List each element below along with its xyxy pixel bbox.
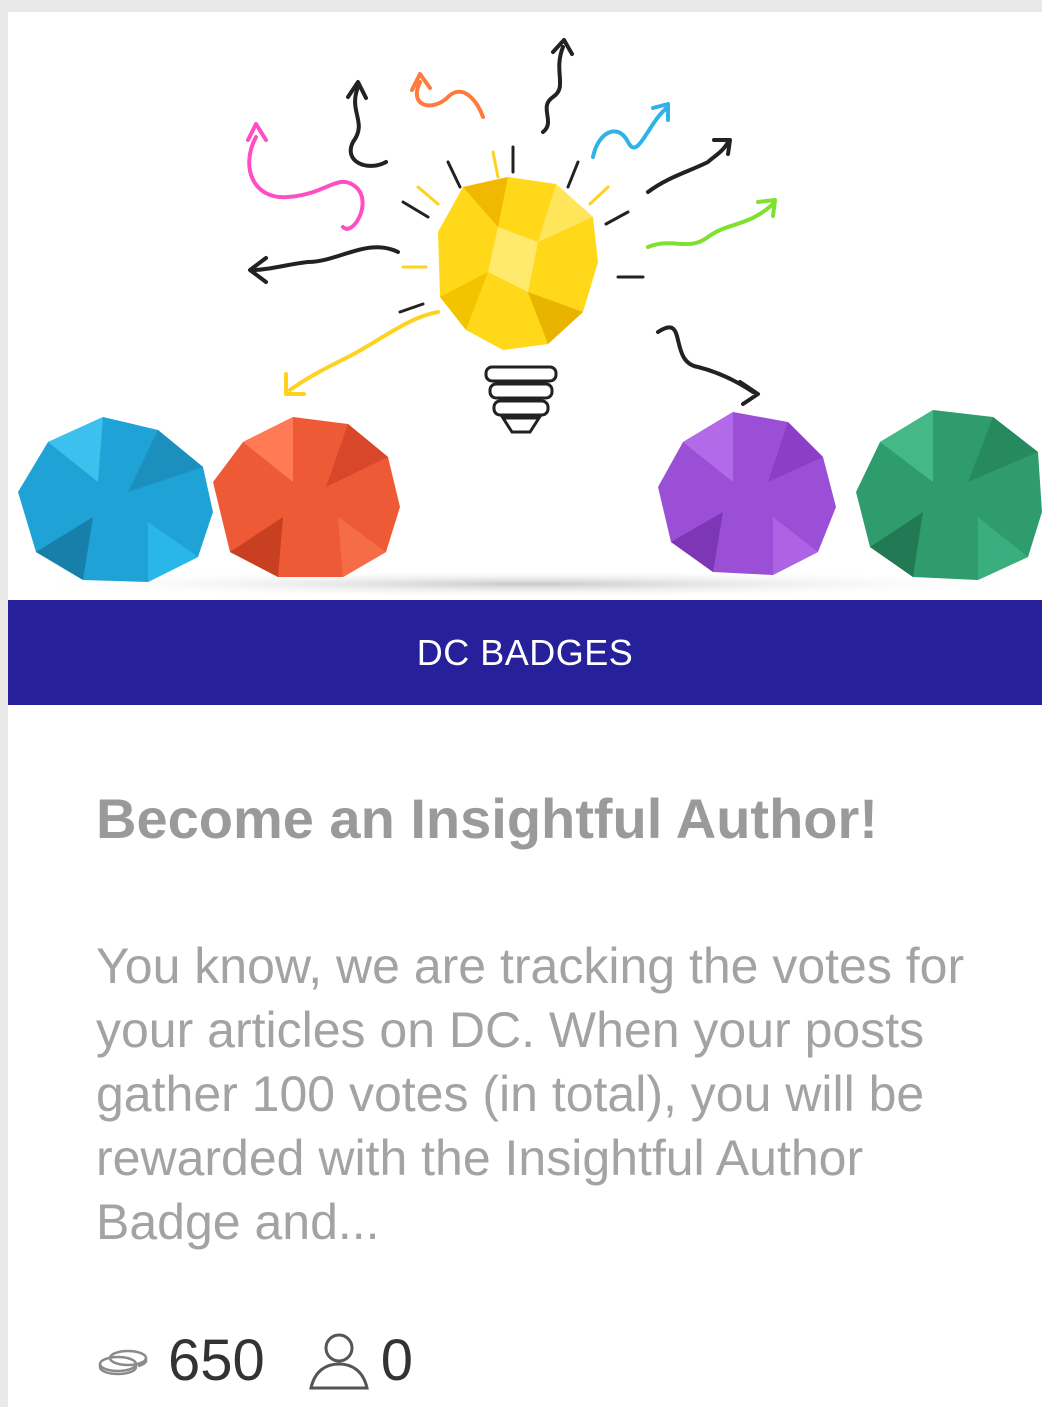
points-count: 650 bbox=[168, 1327, 265, 1393]
user-icon bbox=[307, 1328, 371, 1392]
coins-icon bbox=[96, 1340, 158, 1380]
participants-count: 0 bbox=[380, 1327, 414, 1393]
card-excerpt: You know, we are tracking the votes for … bbox=[96, 938, 965, 1250]
participants-stat: 0 bbox=[307, 1327, 413, 1394]
category-label[interactable]: DC BADGES bbox=[8, 600, 1042, 705]
card-stats: 650 0 bbox=[96, 1320, 413, 1400]
points-stat: 650 bbox=[96, 1327, 265, 1394]
card-title[interactable]: Become an Insightful Author! bbox=[96, 784, 996, 854]
hero-image[interactable] bbox=[8, 12, 1042, 600]
crumpled-paper-lightbulb-illustration bbox=[8, 38, 1042, 598]
badge-card[interactable]: DC BADGES Become an Insightful Author! Y… bbox=[8, 12, 1042, 1407]
